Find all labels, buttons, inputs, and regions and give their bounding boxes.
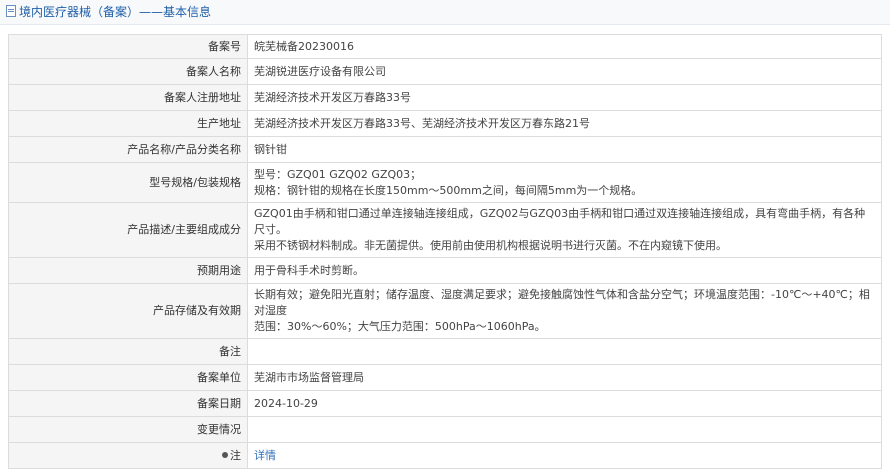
header-title: 境内医疗器械（备案） bbox=[19, 5, 140, 19]
value-line: 芜湖经济技术开发区万春路33号、芜湖经济技术开发区万春东路21号 bbox=[254, 116, 590, 130]
value-line: 芜湖市市场监督管理局 bbox=[254, 370, 364, 384]
table-row: 备案号 皖芜械备20230016 bbox=[8, 34, 882, 59]
row-value: 型号：GZQ01 GZQ02 GZQ03； 规格：钢针钳的规格在长度150mm～… bbox=[247, 162, 882, 203]
row-value bbox=[247, 338, 882, 365]
info-table: 备案号 皖芜械备20230016 备案人名称 芜湖锐进医疗设备有限公司 备案人注… bbox=[8, 34, 882, 469]
row-label: 产品名称/产品分类名称 bbox=[8, 136, 248, 163]
table-row: 备注 bbox=[8, 338, 882, 365]
value-line: 钢针钳 bbox=[254, 142, 287, 156]
row-label: 产品存储及有效期 bbox=[8, 283, 248, 339]
value-line: 长期有效；避免阳光直射；储存温度、湿度满足要求；避免接触腐蚀性气体和含盐分空气；… bbox=[254, 288, 870, 317]
row-value: 2024-10-29 bbox=[247, 390, 882, 417]
row-label: 型号规格/包装规格 bbox=[8, 162, 248, 203]
row-label: 备案号 bbox=[8, 34, 248, 59]
row-label: 产品描述/主要组成成分 bbox=[8, 202, 248, 258]
document-icon bbox=[6, 5, 16, 17]
value-line: 规格：钢针钳的规格在长度150mm～500mm之间，每间隔5mm为一个规格。 bbox=[254, 183, 643, 197]
value-line: 芜湖锐进医疗设备有限公司 bbox=[254, 64, 386, 78]
row-value: GZQ01由手柄和钳口通过单连接轴连接组成，GZQ02与GZQ03由手柄和钳口通… bbox=[247, 202, 882, 258]
bulb-icon bbox=[222, 451, 228, 458]
row-value: 芜湖锐进医疗设备有限公司 bbox=[247, 58, 882, 85]
row-value: 皖芜械备20230016 bbox=[247, 34, 882, 59]
header-separator: —— bbox=[139, 5, 164, 19]
table-row: 备案日期 2024-10-29 bbox=[8, 390, 882, 417]
row-value: 钢针钳 bbox=[247, 136, 882, 163]
details-link[interactable]: 详情 bbox=[254, 449, 276, 462]
value-line: GZQ01由手柄和钳口通过单连接轴连接组成，GZQ02与GZQ03由手柄和钳口通… bbox=[254, 207, 866, 236]
value-line: 用于骨科手术时剪断。 bbox=[254, 263, 364, 277]
row-label: 备注 bbox=[8, 338, 248, 365]
table-row: 产品存储及有效期 长期有效；避免阳光直射；储存温度、湿度满足要求；避免接触腐蚀性… bbox=[8, 283, 882, 339]
row-label: 预期用途 bbox=[8, 257, 248, 284]
value-line: 皖芜械备20230016 bbox=[254, 39, 354, 53]
row-value: 芜湖经济技术开发区万春路33号 bbox=[247, 84, 882, 111]
row-label: 变更情况 bbox=[8, 416, 248, 443]
value-line: 采用不锈钢材料制成。非无菌提供。使用前由使用机构根据说明书进行灭菌。不在内窥镜下… bbox=[254, 239, 727, 252]
value-line: 范围：30%～60%；大气压力范围：500hPa～1060hPa。 bbox=[254, 320, 546, 333]
value-line: 型号：GZQ01 GZQ02 GZQ03； bbox=[254, 167, 422, 181]
row-value: 芜湖市市场监督管理局 bbox=[247, 364, 882, 391]
value-line: 芜湖经济技术开发区万春路33号 bbox=[254, 90, 411, 104]
table-row: 备案人注册地址 芜湖经济技术开发区万春路33号 bbox=[8, 84, 882, 111]
table-row: 备案人名称 芜湖锐进医疗设备有限公司 bbox=[8, 58, 882, 85]
note-label-text: 注 bbox=[230, 448, 241, 462]
row-value: 长期有效；避免阳光直射；储存温度、湿度满足要求；避免接触腐蚀性气体和含盐分空气；… bbox=[247, 283, 882, 339]
row-label: 备案人名称 bbox=[8, 58, 248, 85]
row-label: 生产地址 bbox=[8, 110, 248, 137]
table-row: 预期用途 用于骨科手术时剪断。 bbox=[8, 257, 882, 284]
row-label: 备案人注册地址 bbox=[8, 84, 248, 111]
header-subtitle: 基本信息 bbox=[163, 5, 212, 19]
table-row: 变更情况 bbox=[8, 416, 882, 443]
row-value: 用于骨科手术时剪断。 bbox=[247, 257, 882, 284]
table-row: 产品名称/产品分类名称 钢针钳 bbox=[8, 136, 882, 163]
value-line: 2024-10-29 bbox=[254, 396, 318, 410]
table-row: 产品描述/主要组成成分 GZQ01由手柄和钳口通过单连接轴连接组成，GZQ02与… bbox=[8, 202, 882, 258]
table-row: 生产地址 芜湖经济技术开发区万春路33号、芜湖经济技术开发区万春东路21号 bbox=[8, 110, 882, 137]
row-label: 备案单位 bbox=[8, 364, 248, 391]
row-value: 芜湖经济技术开发区万春路33号、芜湖经济技术开发区万春东路21号 bbox=[247, 110, 882, 137]
row-label: 备案日期 bbox=[8, 390, 248, 417]
page-header: 境内医疗器械（备案）——基本信息 bbox=[0, 0, 890, 25]
table-row: 备案单位 芜湖市市场监督管理局 bbox=[8, 364, 882, 391]
table-row: 型号规格/包装规格 型号：GZQ01 GZQ02 GZQ03； 规格：钢针钳的规… bbox=[8, 162, 882, 203]
row-value bbox=[247, 416, 882, 443]
